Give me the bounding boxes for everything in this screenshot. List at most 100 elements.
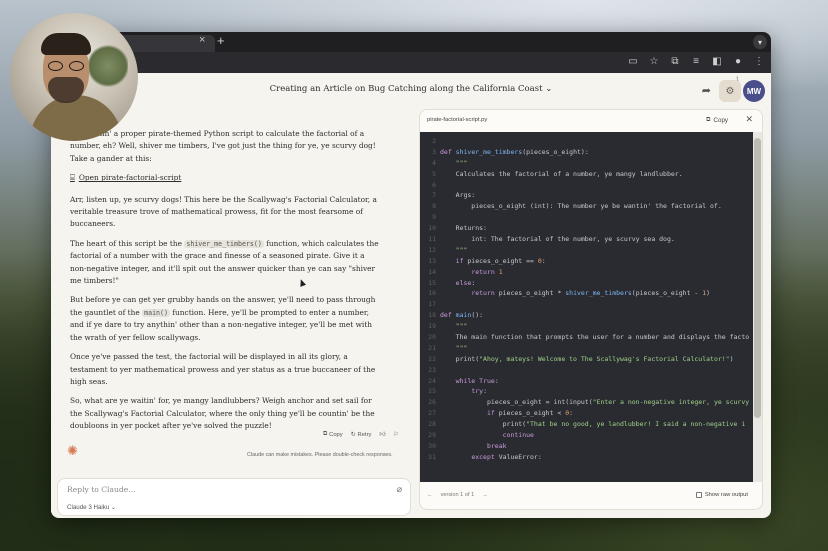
line-number: 19	[428, 322, 436, 331]
line-number: 30	[428, 441, 436, 450]
raw-output-checkbox[interactable]	[695, 492, 702, 498]
show-raw-output-toggle[interactable]: Show raw output	[695, 492, 748, 498]
copy-icon: ⧉	[323, 431, 328, 437]
line-code: def main():	[440, 311, 484, 320]
share-icon[interactable]: ➦	[702, 84, 711, 97]
cast-icon[interactable]: ▭	[627, 55, 639, 69]
avatar[interactable]: MW	[743, 80, 765, 102]
line-number: 5	[432, 169, 436, 178]
message-actions: ⧉ Copy ↻ Retry 👍︎ ⚐	[323, 431, 399, 438]
open-artifact-link[interactable]: ⌸ Open pirate-factorial-script	[70, 172, 382, 184]
version-label: version 1 of 1	[440, 492, 475, 498]
line-code: print("Ahoy, mateys! Welcome to The Scal…	[440, 354, 734, 363]
code-line: 29 continue	[420, 430, 755, 441]
extensions-icon[interactable]: ⧉	[669, 55, 681, 69]
chat-settings-button[interactable]: ⚙	[719, 80, 741, 102]
copy-message-button[interactable]: ⧉ Copy	[323, 431, 343, 438]
code-block[interactable]: 2 3 def shiver_me_timbers(pieces_o_eight):…	[420, 132, 755, 482]
line-code: """	[455, 158, 468, 167]
line-number: 26	[428, 398, 436, 407]
line-number: 10	[428, 224, 436, 233]
code-line: 12 """	[420, 245, 755, 256]
line-number: 16	[428, 289, 436, 298]
line-number: 31	[428, 452, 436, 461]
paperclip-icon[interactable]: ⌀	[397, 484, 402, 495]
retry-button[interactable]: ↻ Retry	[351, 432, 372, 438]
message-paragraph: Arr, listen up, ye scurvy dogs! This her…	[70, 194, 377, 229]
line-code: Returns:	[440, 224, 487, 233]
line-code: """	[455, 343, 468, 352]
model-label: Claude 3 Haiku	[67, 504, 110, 511]
artifact-footer: ← version 1 of 1 → Show raw output	[420, 482, 762, 509]
line-number: 29	[428, 431, 436, 440]
code-line: 28 print("That be no good, ye landlubber…	[420, 419, 755, 430]
line-code: print("That be no good, ye landlubber! I…	[440, 420, 746, 429]
code-line: 9	[420, 212, 755, 223]
code-line: 27 if pieces_o_eight < 0:	[420, 408, 755, 419]
side-panel-icon[interactable]: ◧	[711, 55, 723, 69]
reply-input[interactable]	[67, 485, 367, 494]
line-number: 18	[428, 311, 436, 320]
artifact-copy-button[interactable]: ⧉ Copy	[706, 116, 728, 124]
previous-version-icon[interactable]: ←	[427, 492, 433, 498]
reading-list-icon[interactable]: ≡	[690, 55, 702, 69]
code-line: 8 pieces_o_eight (int): The number ye be…	[420, 201, 755, 212]
next-version-icon[interactable]: →	[482, 492, 488, 498]
line-code: else:	[455, 278, 476, 287]
code-scroll-thumb[interactable]	[754, 138, 761, 418]
bookmark-star-icon[interactable]: ☆	[648, 55, 660, 69]
line-code: """	[455, 322, 468, 331]
open-artifact-label: Open pirate-factorial-script	[78, 173, 182, 183]
composer: ⌀ Claude 3 Haiku ⌄	[57, 478, 411, 516]
code-scrollbar[interactable]	[753, 132, 762, 482]
assistant-message: ...e wantin' a proper pirate-themed Pyth…	[70, 128, 382, 440]
inline-code: main()	[142, 308, 170, 317]
profile-icon[interactable]: ●	[732, 55, 744, 69]
disclaimer-text: Claude can make mistakes. Please double-…	[247, 452, 393, 458]
retry-label: Retry	[357, 431, 372, 438]
tab-search-chevron-icon[interactable]: ▾	[753, 35, 767, 49]
webcam-overlay	[10, 13, 138, 141]
thumbs-down-icon[interactable]: ⚐	[393, 432, 398, 438]
model-selector[interactable]: Claude 3 Haiku ⌄	[67, 504, 116, 511]
thumbs-up-icon[interactable]: 👍︎	[379, 431, 385, 438]
retry-icon: ↻	[350, 431, 356, 438]
code-line: 11 int: The factorial of the number, ye …	[420, 234, 755, 245]
line-code: int: The factorial of the number, ye scu…	[440, 235, 675, 244]
message-paragraph-code: The heart of this script be the shiver_m…	[70, 238, 382, 288]
claude-logo-icon: ✺	[67, 443, 78, 458]
sliders-icon: ⚙	[725, 85, 735, 97]
code-line: 14 return 1	[420, 267, 755, 278]
line-code: """	[455, 245, 468, 254]
code-line: 20 The main function that prompts the us…	[420, 332, 755, 343]
line-code: pieces_o_eight (int): The number ye be w…	[440, 202, 722, 211]
code-line: 19 """	[420, 321, 755, 332]
line-number: 3	[432, 147, 436, 156]
code-line: 2	[420, 136, 755, 147]
code-line: 13 if pieces_o_eight == 0:	[420, 256, 755, 267]
line-number: 9	[432, 213, 436, 222]
code-line: 7 Args:	[420, 190, 755, 201]
line-code: return 1	[471, 267, 503, 276]
raw-output-label: Show raw output	[704, 492, 748, 498]
line-number: 4	[432, 158, 436, 167]
line-code: return pieces_o_eight * shiver_me_timber…	[471, 289, 711, 298]
line-code: Calculates the factorial of a number, ye…	[440, 169, 683, 178]
line-code: while True:	[455, 376, 499, 385]
artifact-header: pirate-factorial-script.py ⧉ Copy ✕	[420, 110, 762, 132]
code-line: 24 while True:	[420, 376, 755, 387]
code-line: 5 Calculates the factorial of a number, …	[420, 169, 755, 180]
browser-menu-icon[interactable]: ⋮	[753, 55, 765, 69]
code-file-icon: ⌸	[70, 173, 75, 183]
chevron-down-icon: ⌄	[545, 84, 553, 94]
message-paragraph: So, what are ye waitin' for, ye mangy la…	[70, 396, 375, 431]
line-number: 8	[432, 202, 436, 211]
inline-code: shiver_me_timbers()	[184, 239, 264, 248]
close-icon[interactable]: ✕	[745, 114, 753, 125]
line-number: 2	[432, 137, 436, 145]
artifact-title: pirate-factorial-script.py	[427, 117, 488, 123]
code-line: 6	[420, 180, 755, 191]
